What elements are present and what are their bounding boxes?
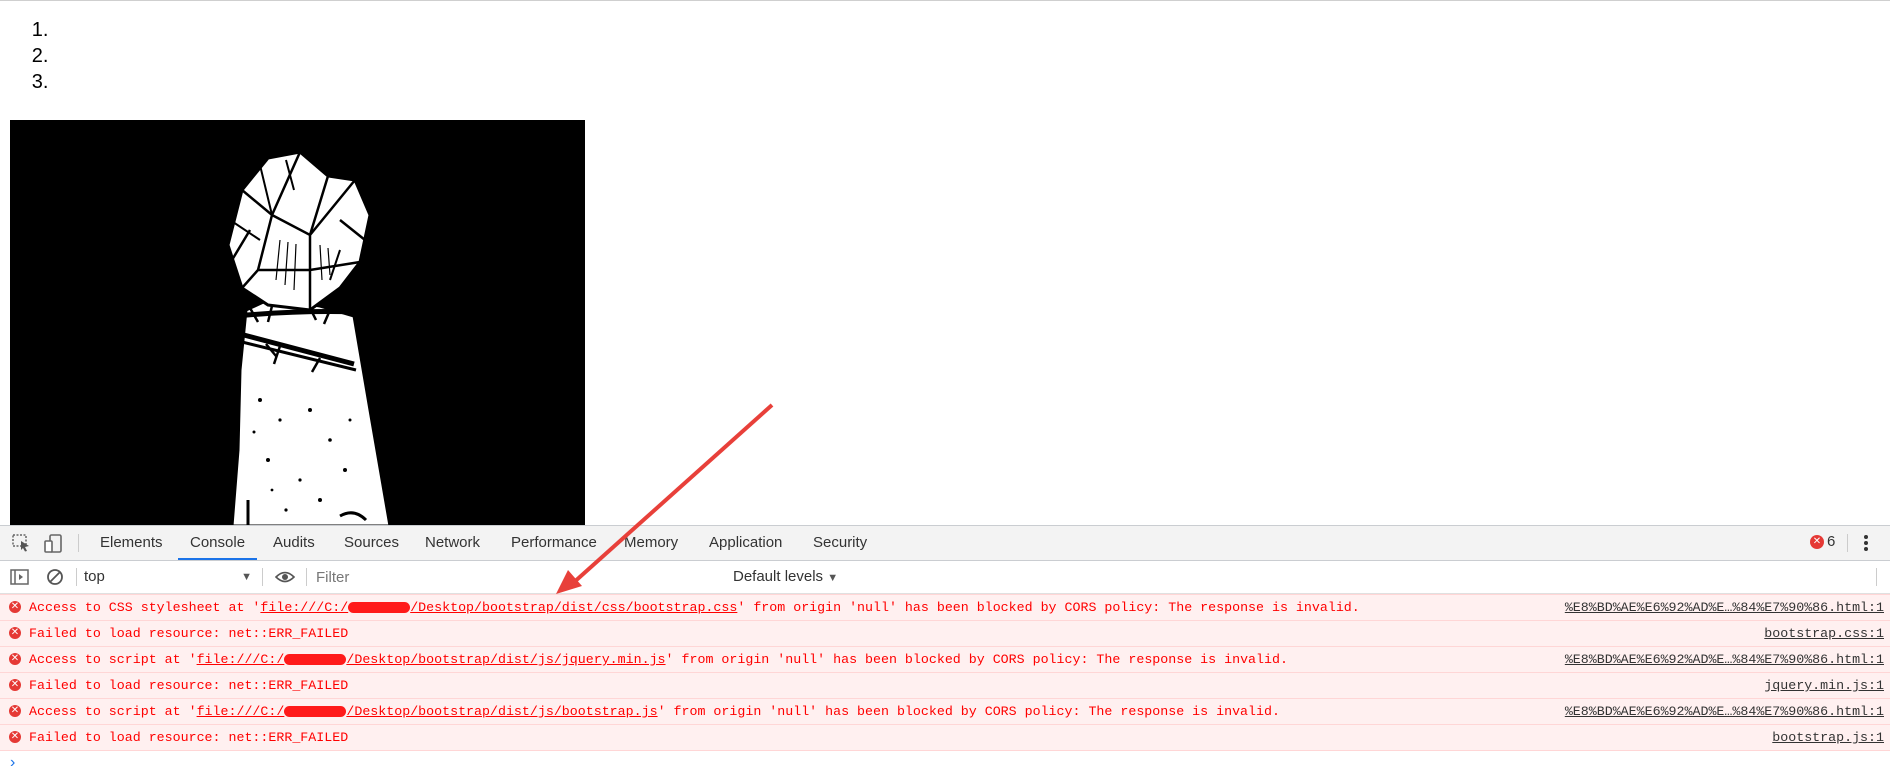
error-icon: ✕ bbox=[9, 601, 21, 613]
resource-link[interactable]: file:///C://Desktop/bootstrap/dist/css/b… bbox=[260, 600, 737, 615]
console-message-text: Failed to load resource: net::ERR_FAILED bbox=[29, 730, 349, 745]
toolbar-divider bbox=[306, 568, 307, 586]
error-count[interactable]: 6 bbox=[1827, 533, 1835, 551]
tab-application[interactable]: Application bbox=[709, 526, 782, 560]
error-icon: ✕ bbox=[9, 679, 21, 691]
devtools-tabbar: Elements Console Audits Sources Network … bbox=[0, 526, 1890, 561]
context-select[interactable]: top ▼ bbox=[84, 567, 252, 587]
tab-security[interactable]: Security bbox=[813, 526, 867, 560]
console-error-row: ✕ Failed to load resource: net::ERR_FAIL… bbox=[0, 672, 1890, 698]
source-link[interactable]: %E8%BD%AE%E6%92%AD%E…%84%E7%90%86.html:1 bbox=[1565, 647, 1884, 672]
error-icon: ✕ bbox=[9, 731, 21, 743]
tab-sources[interactable]: Sources bbox=[344, 526, 399, 560]
source-link[interactable]: %E8%BD%AE%E6%92%AD%E…%84%E7%90%86.html:1 bbox=[1565, 699, 1884, 724]
prompt-chevron-icon: › bbox=[10, 754, 16, 771]
console-error-row: ✕ Access to CSS stylesheet at 'file:///C… bbox=[0, 594, 1890, 620]
console-messages: ✕ Access to CSS stylesheet at 'file:///C… bbox=[0, 594, 1890, 777]
console-error-row: ✕ Access to script at 'file:///C://Deskt… bbox=[0, 698, 1890, 724]
redaction-mark bbox=[284, 653, 347, 665]
eye-icon[interactable] bbox=[274, 569, 296, 587]
page-image bbox=[10, 120, 585, 526]
error-count-icon[interactable]: ✕ bbox=[1810, 535, 1824, 549]
error-icon: ✕ bbox=[9, 653, 21, 665]
console-error-row: ✕ Failed to load resource: net::ERR_FAIL… bbox=[0, 620, 1890, 646]
inspect-element-icon[interactable] bbox=[12, 534, 32, 552]
console-message-text: Access to script at 'file:///C://Desktop… bbox=[29, 704, 1280, 719]
log-levels-dropdown[interactable]: Default levels ▼ bbox=[733, 567, 838, 588]
console-error-row: ✕ Access to script at 'file:///C://Deskt… bbox=[0, 646, 1890, 672]
source-link[interactable]: %E8%BD%AE%E6%92%AD%E…%84%E7%90%86.html:1 bbox=[1565, 595, 1884, 620]
tab-performance[interactable]: Performance bbox=[511, 526, 597, 560]
console-message-text: Access to script at 'file:///C://Desktop… bbox=[29, 652, 1288, 667]
console-filter-input[interactable] bbox=[312, 565, 722, 589]
redaction-mark bbox=[284, 705, 347, 717]
console-toolbar: top ▼ Default levels ▼ bbox=[0, 561, 1890, 594]
context-select-value: top bbox=[84, 568, 105, 585]
tab-elements[interactable]: Elements bbox=[100, 526, 163, 560]
toolbar-divider bbox=[1847, 534, 1848, 552]
bandaged-arm-illustration bbox=[10, 120, 585, 526]
ordered-list bbox=[24, 17, 54, 95]
source-link[interactable]: bootstrap.css:1 bbox=[1764, 621, 1884, 646]
toolbar-divider bbox=[76, 568, 77, 586]
dropdown-arrow-icon: ▼ bbox=[241, 571, 252, 583]
console-message-text: Access to CSS stylesheet at 'file:///C:/… bbox=[29, 600, 1360, 615]
error-icon: ✕ bbox=[9, 627, 21, 639]
dropdown-arrow-icon: ▼ bbox=[827, 572, 839, 584]
tab-console[interactable]: Console bbox=[178, 526, 258, 560]
page-viewport bbox=[0, 0, 1890, 526]
toolbar-divider bbox=[262, 568, 263, 586]
tab-memory[interactable]: Memory bbox=[624, 526, 678, 560]
toolbar-divider bbox=[78, 534, 79, 552]
clear-console-icon[interactable] bbox=[46, 568, 66, 586]
console-prompt[interactable]: › bbox=[0, 750, 1890, 777]
toolbar-divider bbox=[1876, 568, 1877, 586]
console-message-text: Failed to load resource: net::ERR_FAILED bbox=[29, 678, 349, 693]
sidebar-toggle-icon[interactable] bbox=[10, 568, 30, 586]
device-toolbar-icon[interactable] bbox=[44, 534, 64, 553]
kebab-menu-icon[interactable] bbox=[1862, 532, 1870, 554]
tab-network[interactable]: Network bbox=[425, 526, 480, 560]
redaction-mark bbox=[348, 601, 411, 613]
resource-link[interactable]: file:///C://Desktop/bootstrap/dist/js/jq… bbox=[197, 652, 666, 667]
source-link[interactable]: bootstrap.js:1 bbox=[1772, 725, 1884, 750]
console-error-row: ✕ Failed to load resource: net::ERR_FAIL… bbox=[0, 724, 1890, 750]
error-icon: ✕ bbox=[9, 705, 21, 717]
tab-audits[interactable]: Audits bbox=[273, 526, 315, 560]
log-levels-label: Default levels bbox=[733, 568, 824, 585]
devtools-panel: Elements Console Audits Sources Network … bbox=[0, 525, 1890, 778]
resource-link[interactable]: file:///C://Desktop/bootstrap/dist/js/bo… bbox=[197, 704, 658, 719]
source-link[interactable]: jquery.min.js:1 bbox=[1764, 673, 1884, 698]
console-message-text: Failed to load resource: net::ERR_FAILED bbox=[29, 626, 349, 641]
